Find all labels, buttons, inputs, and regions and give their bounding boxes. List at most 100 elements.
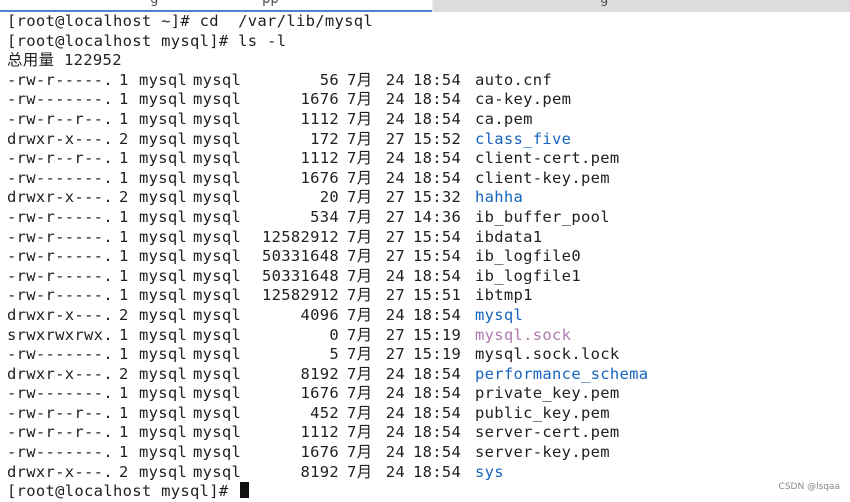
group: mysql bbox=[193, 70, 242, 89]
time: 18:54 bbox=[413, 443, 462, 462]
group: mysql bbox=[193, 149, 242, 168]
permissions: drwxr-x---. bbox=[7, 462, 113, 481]
link-count: 2 bbox=[119, 188, 129, 207]
owner: mysql bbox=[139, 266, 188, 285]
time: 18:54 bbox=[413, 384, 462, 403]
day: 24 bbox=[385, 109, 405, 128]
file-name: server-cert.pem bbox=[475, 423, 620, 442]
tab-terminal-active[interactable]: g pp bbox=[0, 0, 432, 12]
group: mysql bbox=[193, 443, 242, 462]
day: 24 bbox=[385, 305, 405, 324]
time: 18:54 bbox=[413, 364, 462, 383]
time: 18:54 bbox=[413, 462, 462, 481]
file-entry-row: -rw-------. 1 mysql mysql 5 7月 27 15:19 mysql.so… bbox=[7, 345, 850, 365]
permissions: -rw-r--r--. bbox=[7, 149, 113, 168]
permissions: -rw-r--r--. bbox=[7, 403, 113, 422]
owner: mysql bbox=[139, 90, 188, 109]
file-name: ca.pem bbox=[475, 109, 533, 128]
link-count: 2 bbox=[119, 462, 129, 481]
file-entry-row: -rw-------. 1 mysql mysql 1676 7月 24 18:54 serve… bbox=[7, 443, 850, 463]
link-count: 1 bbox=[119, 345, 129, 364]
file-size: 12582912 bbox=[261, 286, 339, 305]
month: 7月 bbox=[347, 384, 373, 403]
permissions: -rw-------. bbox=[7, 384, 113, 403]
file-size: 452 bbox=[310, 403, 339, 422]
watermark: CSDN @lsqaa bbox=[778, 482, 840, 492]
link-count: 1 bbox=[119, 168, 129, 187]
file-size: 1112 bbox=[300, 423, 339, 442]
link-count: 1 bbox=[119, 403, 129, 422]
month: 7月 bbox=[347, 364, 373, 383]
day: 24 bbox=[385, 423, 405, 442]
month: 7月 bbox=[347, 70, 373, 89]
group: mysql bbox=[193, 345, 242, 364]
time: 18:54 bbox=[413, 90, 462, 109]
month: 7月 bbox=[347, 443, 373, 462]
time: 18:54 bbox=[413, 305, 462, 324]
day: 27 bbox=[385, 345, 405, 364]
owner: mysql bbox=[139, 286, 188, 305]
day: 27 bbox=[385, 247, 405, 266]
group: mysql bbox=[193, 129, 242, 148]
command-line: [root@localhost ~]# cd /var/lib/mysql bbox=[7, 12, 850, 32]
link-count: 1 bbox=[119, 90, 129, 109]
group: mysql bbox=[193, 462, 242, 481]
file-entry-row: -rw-r-----. 1 mysql mysql 12582912 7月 27 15:54 i… bbox=[7, 228, 850, 248]
permissions: -rw-r-----. bbox=[7, 70, 113, 89]
link-count: 1 bbox=[119, 286, 129, 305]
link-count: 1 bbox=[119, 227, 129, 246]
owner: mysql bbox=[139, 423, 188, 442]
file-name: mysql bbox=[475, 305, 524, 324]
command-text: [root@localhost mysql]# ls -l bbox=[7, 31, 287, 50]
time: 18:54 bbox=[413, 168, 462, 187]
month: 7月 bbox=[347, 90, 373, 109]
month: 7月 bbox=[347, 188, 373, 207]
file-name: ib_logfile1 bbox=[475, 266, 581, 285]
tab-bar: g pp g bbox=[0, 0, 850, 12]
time: 15:54 bbox=[413, 247, 462, 266]
tab-label: pp bbox=[262, 0, 279, 7]
owner: mysql bbox=[139, 364, 188, 383]
link-count: 1 bbox=[119, 266, 129, 285]
file-name: sys bbox=[475, 462, 504, 481]
group: mysql bbox=[193, 364, 242, 383]
owner: mysql bbox=[139, 129, 188, 148]
time: 18:54 bbox=[413, 403, 462, 422]
group: mysql bbox=[193, 266, 242, 285]
file-size: 12582912 bbox=[261, 227, 339, 246]
owner: mysql bbox=[139, 247, 188, 266]
day: 24 bbox=[385, 168, 405, 187]
file-entry-row: -rw-r--r--. 1 mysql mysql 452 7月 24 18:54 public… bbox=[7, 404, 850, 424]
owner: mysql bbox=[139, 462, 188, 481]
owner: mysql bbox=[139, 188, 188, 207]
owner: mysql bbox=[139, 207, 188, 226]
file-name: ibtmp1 bbox=[475, 286, 533, 305]
permissions: -rw-r-----. bbox=[7, 227, 113, 246]
group: mysql bbox=[193, 286, 242, 305]
permissions: drwxr-x---. bbox=[7, 305, 113, 324]
file-size: 50331648 bbox=[261, 266, 339, 285]
month: 7月 bbox=[347, 168, 373, 187]
time: 18:54 bbox=[413, 70, 462, 89]
file-size: 1676 bbox=[300, 90, 339, 109]
file-size: 1676 bbox=[300, 443, 339, 462]
day: 24 bbox=[385, 403, 405, 422]
owner: mysql bbox=[139, 345, 188, 364]
day: 27 bbox=[385, 227, 405, 246]
day: 27 bbox=[385, 129, 405, 148]
link-count: 1 bbox=[119, 70, 129, 89]
month: 7月 bbox=[347, 345, 373, 364]
permissions: srwxrwxrwx. bbox=[7, 325, 113, 344]
terminal-output[interactable]: [root@localhost ~]# cd /var/lib/mysql [ro… bbox=[7, 12, 850, 500]
group: mysql bbox=[193, 90, 242, 109]
group: mysql bbox=[193, 188, 242, 207]
time: 18:54 bbox=[413, 109, 462, 128]
file-size: 1676 bbox=[300, 168, 339, 187]
file-size: 56 bbox=[319, 70, 339, 89]
permissions: -rw-r-----. bbox=[7, 207, 113, 226]
file-name: client-cert.pem bbox=[475, 149, 620, 168]
link-count: 2 bbox=[119, 364, 129, 383]
tab-terminal-inactive[interactable]: g bbox=[434, 0, 850, 12]
month: 7月 bbox=[347, 403, 373, 422]
owner: mysql bbox=[139, 70, 188, 89]
